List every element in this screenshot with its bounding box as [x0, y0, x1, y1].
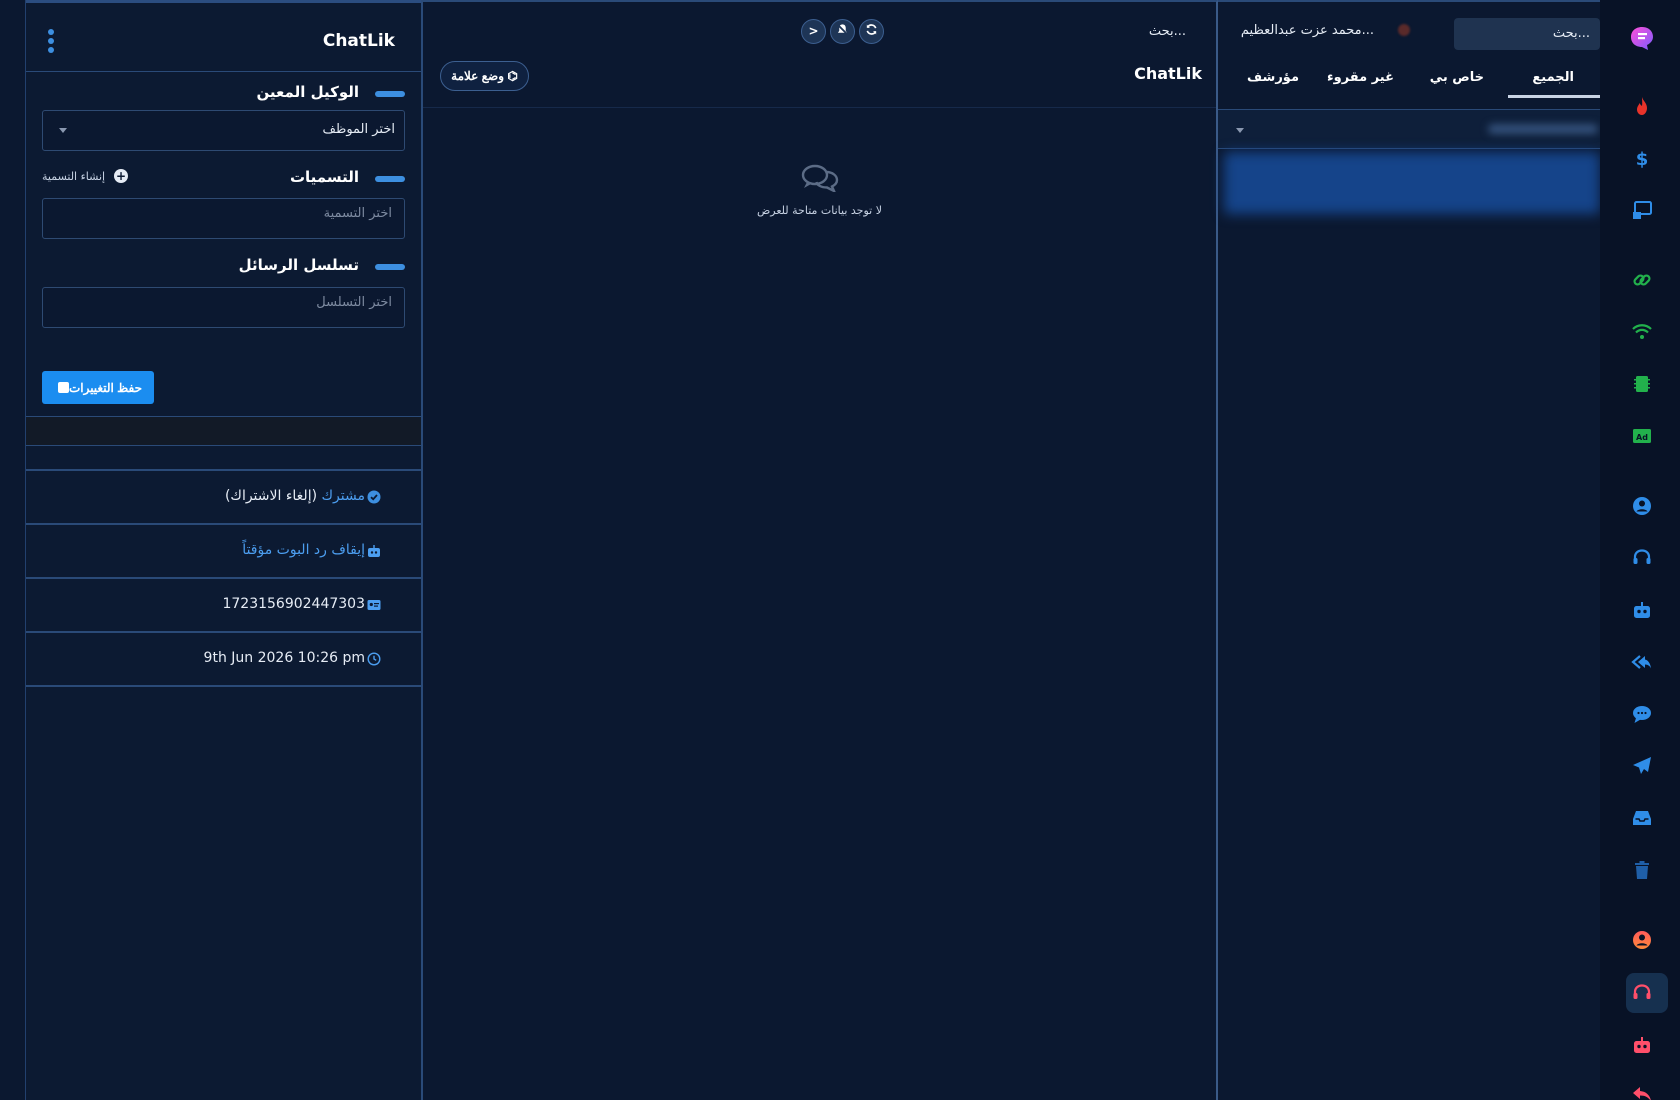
assigned-agent-value: اختر الموظف	[322, 122, 395, 137]
details-header: ChatLik	[26, 0, 421, 72]
assigned-agent-select[interactable]: اختر الموظف	[42, 110, 405, 151]
chat-search-input[interactable]: بحث...	[1149, 24, 1186, 39]
chat-divider	[423, 107, 1216, 108]
plus-circle-icon[interactable]: +	[114, 169, 128, 183]
link-icon[interactable]	[1631, 269, 1653, 291]
svg-text:Ad: Ad	[1636, 433, 1648, 442]
clock-icon	[367, 652, 381, 666]
chat-area: بحث... > ChatLik وضع علامة ⌬ لا توجد بيا…	[423, 0, 1218, 1100]
empty-row	[26, 446, 421, 471]
user-avatar	[1398, 24, 1410, 36]
floppy-disk-icon	[57, 381, 69, 393]
more-options-icon[interactable]	[46, 29, 56, 57]
date-row: 9th Jun 2026 10:26 pm	[26, 633, 421, 687]
pause-bot-link[interactable]: إيقاف رد البوت مؤقتاً	[242, 542, 365, 558]
icon-sidebar: $ Ad	[1600, 0, 1680, 1100]
fire-icon[interactable]	[1631, 95, 1653, 117]
section-marker	[375, 264, 405, 270]
user-circle-icon[interactable]	[1631, 495, 1653, 517]
dollar-icon[interactable]: $	[1631, 147, 1653, 169]
labels-select[interactable]: اختر التسمية	[42, 198, 405, 239]
sequence-placeholder: اختر التسلسل	[316, 295, 392, 310]
section-marker	[375, 176, 405, 182]
contact-details-panel: ChatLik الوكيل المعين اختر الموظف التسمي…	[26, 0, 423, 1100]
robot-icon	[368, 545, 380, 557]
app-logo-icon[interactable]	[1628, 24, 1656, 52]
sequence-title: تسلسل الرسائل	[238, 256, 359, 274]
svg-text:$: $	[1636, 149, 1649, 169]
headset-icon[interactable]	[1631, 547, 1653, 569]
panel-separator	[26, 416, 421, 446]
send-icon[interactable]: >	[801, 19, 826, 44]
current-user-name: محمد عزت عبدالعظيم...	[1240, 23, 1374, 38]
conversation-list-panel: بحث... محمد عزت عبدالعظيم... الجميع خاص …	[1218, 0, 1600, 1100]
reply-icon[interactable]	[1631, 1084, 1653, 1100]
user-id-row: 1723156902447303	[26, 579, 421, 633]
trash-icon[interactable]	[1631, 859, 1653, 881]
subscribed-label: مشترك	[321, 488, 365, 504]
caret-down-icon	[1236, 128, 1244, 133]
subscription-text: مشترك (إلغاء الاشتراك)	[225, 488, 365, 504]
subscription-row: مشترك (إلغاء الاشتراك)	[26, 471, 421, 525]
paper-plane-icon[interactable]	[1631, 755, 1653, 777]
tag-icon: ⌬	[507, 69, 518, 83]
conversation-filter-select[interactable]	[1218, 109, 1600, 149]
reply-all-icon[interactable]	[1631, 651, 1653, 673]
ad-icon[interactable]: Ad	[1631, 425, 1653, 447]
bot-icon[interactable]	[1631, 1034, 1653, 1056]
section-marker	[375, 91, 405, 97]
wifi-icon[interactable]	[1631, 321, 1653, 343]
conversation-search-input[interactable]: بحث...	[1454, 18, 1600, 50]
conversation-search-placeholder: بحث...	[1552, 26, 1590, 41]
save-changes-button[interactable]: حفظ التغييرات	[42, 371, 154, 404]
empty-state-text: لا توجد بيانات متاحة للعرض	[756, 204, 882, 217]
active-tab-indicator	[1508, 95, 1600, 98]
sequence-select[interactable]: اختر التسلسل	[42, 287, 405, 328]
blurred-filter-text	[1488, 124, 1598, 134]
profile-icon[interactable]	[1631, 929, 1653, 951]
mute-bell-icon[interactable]	[830, 19, 855, 44]
tab-unread[interactable]: غير مقروء	[1327, 70, 1394, 85]
labels-title: التسميات	[289, 168, 359, 186]
details-title: ChatLik	[322, 31, 395, 51]
support-headset-icon[interactable]	[1631, 982, 1653, 1004]
chat-title: ChatLik	[1134, 64, 1202, 83]
caret-down-icon	[59, 128, 67, 133]
id-card-icon	[367, 600, 381, 610]
tab-archived[interactable]: مؤرشف	[1247, 70, 1299, 85]
labels-placeholder: اختر التسمية	[323, 206, 392, 221]
left-edge-strip	[0, 0, 26, 1100]
refresh-icon[interactable]	[859, 19, 884, 44]
unsubscribe-link[interactable]: (إلغاء الاشتراك)	[225, 488, 317, 504]
save-changes-label: حفظ التغييرات	[68, 380, 143, 395]
create-label-link[interactable]: إنشاء التسمية	[42, 170, 105, 183]
chip-icon[interactable]	[1631, 373, 1653, 395]
user-id-value: 1723156902447303	[222, 596, 365, 612]
tab-mine[interactable]: خاص بي	[1430, 70, 1484, 85]
pause-bot-row[interactable]: إيقاف رد البوت مؤقتاً	[26, 525, 421, 579]
assigned-agent-title: الوكيل المعين	[256, 83, 359, 101]
mark-button[interactable]: وضع علامة ⌬	[440, 61, 529, 91]
tab-all[interactable]: الجميع	[1532, 70, 1574, 85]
check-circle-icon	[367, 490, 381, 504]
mark-button-label: وضع علامة	[451, 69, 505, 83]
cast-icon[interactable]	[1631, 199, 1653, 221]
chat-bubbles-icon	[801, 164, 839, 192]
inbox-icon[interactable]	[1631, 807, 1653, 829]
comment-icon[interactable]	[1631, 703, 1653, 725]
date-value: 9th Jun 2026 10:26 pm	[203, 650, 365, 666]
conversation-item[interactable]	[1224, 152, 1600, 214]
robot-icon[interactable]	[1631, 599, 1653, 621]
